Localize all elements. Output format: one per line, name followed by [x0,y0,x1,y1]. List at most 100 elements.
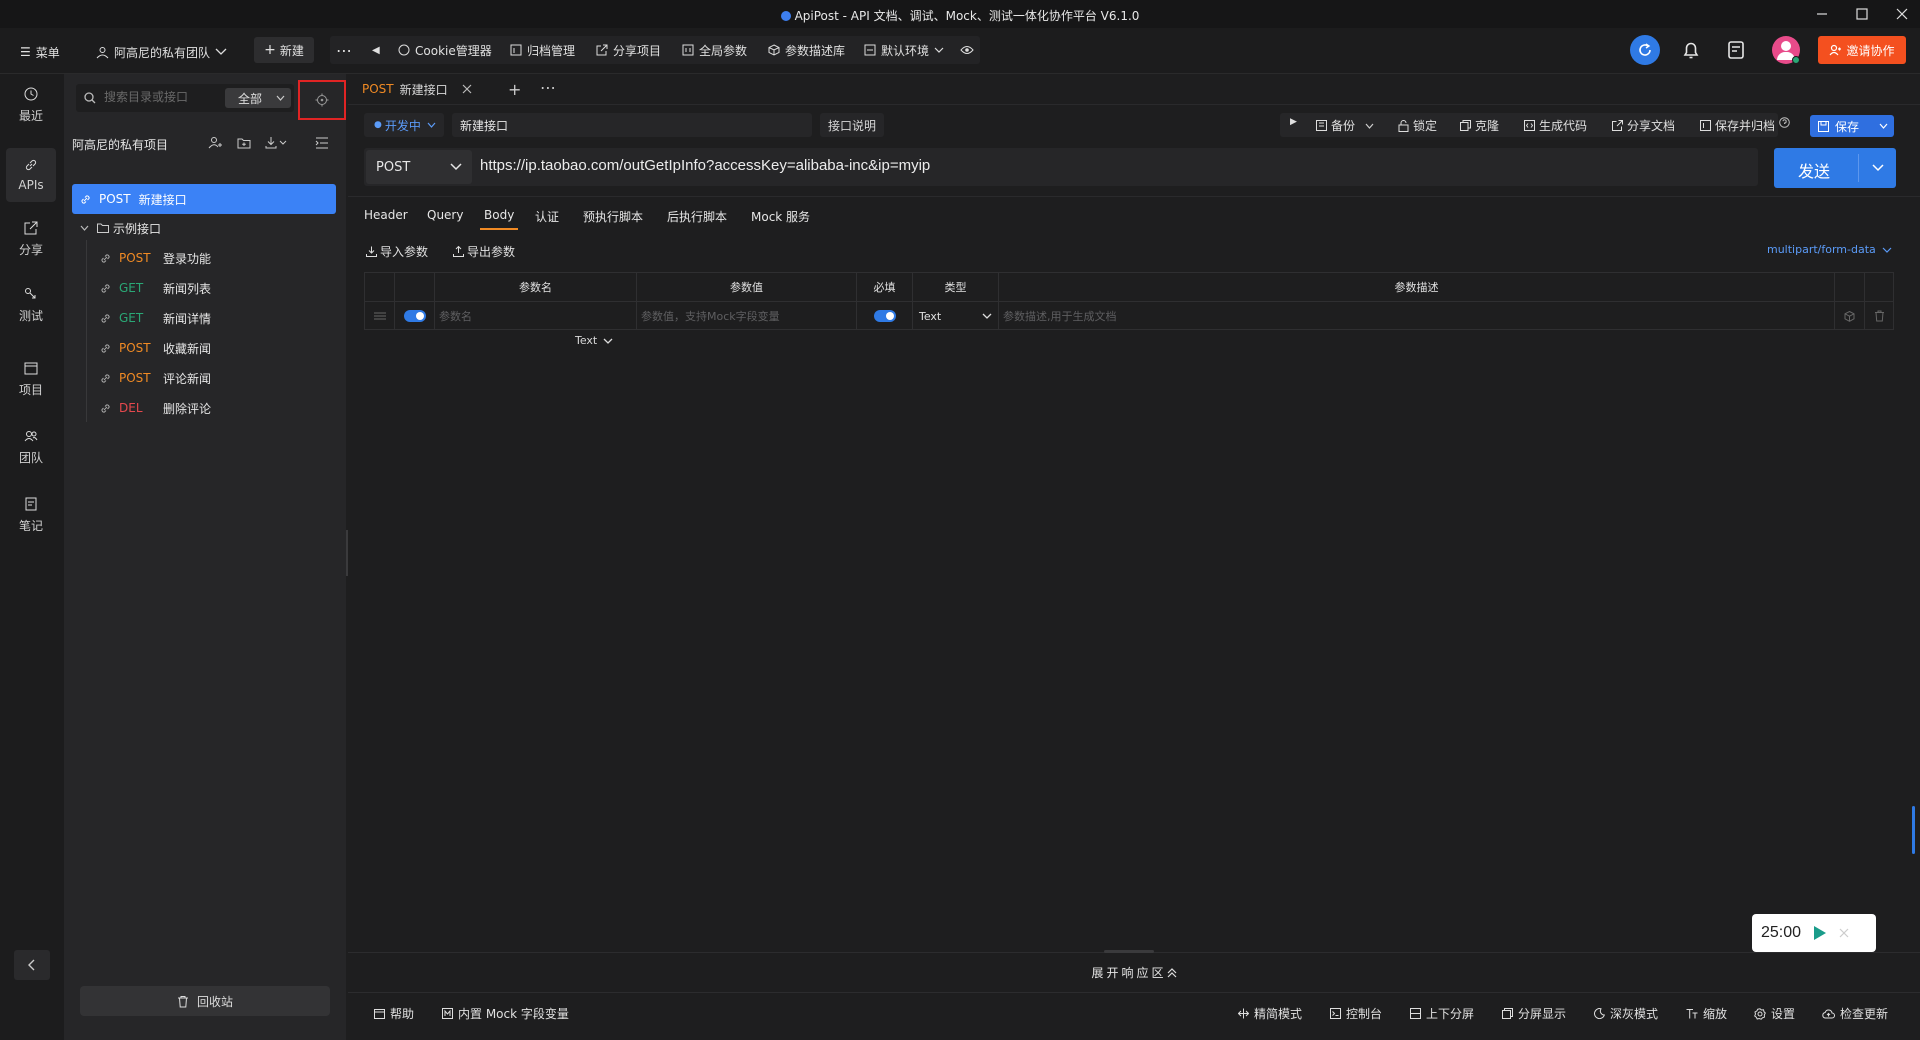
rail-item-test[interactable]: 测试 [6,278,56,332]
tab-header[interactable]: Header [364,208,408,222]
import-icon[interactable] [265,136,289,150]
type-select[interactable]: Text [913,302,999,330]
rail-item-project[interactable]: 项目 [6,352,56,406]
add-tab-icon[interactable]: + [508,80,521,99]
team-selector[interactable]: 阿高尼的私有团队 [96,43,227,61]
avatar[interactable] [1772,36,1800,64]
enable-toggle[interactable] [395,302,435,330]
tab-body[interactable]: Body [479,208,519,230]
simple-mode-button[interactable]: 精简模式 [1238,1005,1302,1022]
param-name-input[interactable]: 参数名 [435,302,637,330]
tab-pre-script[interactable]: 预执行脚本 [583,208,643,225]
zoom-button[interactable]: 缩放 [1686,1005,1727,1022]
new-button[interactable]: + 新建 [254,37,314,63]
scrollbar[interactable] [1912,806,1915,854]
tab-more-icon[interactable]: ⋯ [540,78,556,97]
dark-mode-button[interactable]: 深灰模式 [1594,1005,1658,1022]
tree-item-news-list[interactable]: GET 新闻列表 [100,274,211,302]
import-params-button[interactable]: 导入参数 [366,243,428,260]
param-desc-input[interactable]: 参数描述,用于生成文档 [999,302,1835,330]
eye-icon[interactable] [960,41,974,59]
cookie-manager-button[interactable]: Cookie管理器 [398,41,492,59]
archive-button[interactable]: 归档管理 [510,41,575,59]
new-folder-icon[interactable] [237,136,251,150]
backup-button[interactable]: 备份 [1316,117,1374,134]
export-params-button[interactable]: 导出参数 [453,243,515,260]
send-button[interactable]: 发送 [1774,148,1896,188]
lock-button[interactable]: 锁定 [1398,117,1437,134]
collapse-sidebar-button[interactable] [14,950,50,980]
tree-item-delete-comment[interactable]: DEL 删除评论 [100,394,211,422]
menu-button[interactable]: ☰ 菜单 [20,43,60,61]
settings-button[interactable]: 设置 [1754,1005,1795,1022]
status-select[interactable]: ● 开发中 [364,113,444,137]
share-project-button[interactable]: 分享项目 [596,41,661,59]
tree-item-login[interactable]: POST 登录功能 [100,244,211,272]
tab-auth[interactable]: 认证 [535,208,559,225]
chevron-down-icon[interactable] [1879,123,1888,129]
rail-item-notes[interactable]: 笔记 [6,488,56,542]
recycle-bin-button[interactable]: 回收站 [80,986,330,1016]
method-select[interactable]: POST [366,150,472,184]
environment-selector[interactable]: 默认环境 [864,41,944,59]
sync-button[interactable] [1630,35,1660,65]
maximize-button[interactable] [1852,5,1872,23]
tree-item-favorite-news[interactable]: POST 收藏新闻 [100,334,211,362]
content-type-select[interactable]: multipart/form-data [1767,243,1892,256]
console-button[interactable]: 控制台 [1330,1005,1382,1022]
save-archive-button[interactable]: 保存并归档 [1700,117,1790,134]
split-screen-button[interactable]: 分屏显示 [1502,1005,1566,1022]
rail-item-apis[interactable]: APIs [6,148,56,202]
bell-icon[interactable] [1682,40,1700,60]
split-vertical-button[interactable]: 上下分屏 [1410,1005,1474,1022]
rail-item-team[interactable]: 团队 [6,420,56,474]
param-library-button[interactable]: 参数描述库 [768,41,845,59]
minimize-button[interactable] [1812,5,1832,23]
mock-vars-button[interactable]: 内置 Mock 字段变量 [442,1005,569,1022]
scope-select[interactable]: 全部 [225,88,291,108]
invite-button[interactable]: 邀请协作 [1818,36,1906,64]
tree-item-active[interactable]: POST 新建接口 [72,184,336,214]
request-name-input[interactable]: 新建接口 [452,113,812,137]
tree-folder[interactable]: 示例接口 [80,214,161,242]
param-name-type-select[interactable]: Text [575,334,613,347]
close-window-button[interactable] [1892,5,1912,23]
request-tab[interactable]: POST 新建接口 [362,78,472,100]
share-doc-button[interactable]: 分享文档 [1612,117,1675,134]
more-icon[interactable]: ⋯ [336,41,353,60]
tree-item-news-detail[interactable]: GET 新闻详情 [100,304,211,332]
api-description-button[interactable]: 接口说明 [820,113,884,137]
sort-icon[interactable] [315,136,329,150]
rail-item-share[interactable]: 分享 [6,212,56,266]
notes-icon[interactable] [1727,40,1745,60]
close-icon[interactable] [1839,928,1849,938]
global-params-button[interactable]: 全局参数 [682,41,747,59]
close-icon[interactable] [462,84,472,94]
tab-query[interactable]: Query [427,208,463,222]
check-update-button[interactable]: 检查更新 [1822,1005,1888,1022]
required-toggle[interactable] [857,302,913,330]
tree-item-comment-news[interactable]: POST 评论新闻 [100,364,211,392]
expand-response-toggle[interactable]: 展开响应区 [348,952,1920,992]
tab-post-script[interactable]: 后执行脚本 [667,208,727,225]
clone-button[interactable]: 克隆 [1460,117,1499,134]
url-input[interactable]: https://ip.taobao.com/outGetIpInfo?acces… [480,157,930,174]
add-member-icon[interactable] [208,136,222,150]
param-value-input[interactable]: 参数值，支持Mock字段变量 [637,302,857,330]
cube-icon[interactable] [1835,302,1865,330]
tab-mock[interactable]: Mock 服务 [751,208,810,225]
resize-handle[interactable] [1104,950,1154,953]
generate-code-button[interactable]: 生成代码 [1524,117,1587,134]
delete-icon[interactable] [1865,302,1893,330]
chevron-down-icon[interactable] [1872,164,1884,172]
locate-button[interactable] [298,80,346,120]
collapse-left-icon[interactable]: ◀ [372,41,380,59]
play-icon[interactable] [1813,925,1827,941]
run-icon[interactable]: ▶ [1290,117,1297,127]
help-button[interactable]: 帮助 [374,1005,414,1022]
resize-handle[interactable] [346,530,348,576]
drag-handle-icon[interactable] [365,302,395,330]
rail-item-recent[interactable]: 最近 [6,78,56,132]
search-input[interactable] [104,90,224,104]
save-button[interactable]: 保存 [1810,115,1894,137]
